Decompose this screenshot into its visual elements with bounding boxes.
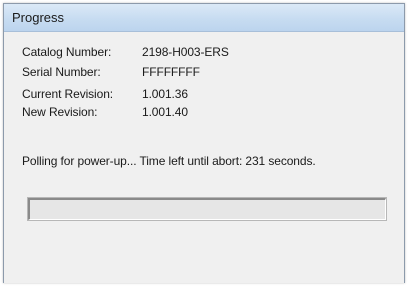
current-revision-row: Current Revision: 1.001.36 xyxy=(22,87,188,101)
new-revision-row: New Revision: 1.001.40 xyxy=(22,105,188,119)
progress-bar xyxy=(27,197,387,221)
catalog-number-value: 2198-H003-ERS xyxy=(142,45,229,59)
dialog-content: Catalog Number: 2198-H003-ERS Serial Num… xyxy=(4,32,404,283)
new-revision-label: New Revision: xyxy=(22,105,98,119)
new-revision-value: 1.001.40 xyxy=(142,105,188,119)
serial-number-row: Serial Number: FFFFFFFF xyxy=(22,65,200,79)
current-revision-label: Current Revision: xyxy=(22,87,114,101)
status-message: Polling for power-up... Time left until … xyxy=(22,154,316,168)
dialog-titlebar[interactable]: Progress xyxy=(4,4,404,32)
catalog-number-label: Catalog Number: xyxy=(22,45,112,59)
dialog-title: Progress xyxy=(12,10,65,25)
serial-number-value: FFFFFFFF xyxy=(142,65,200,79)
current-revision-value: 1.001.36 xyxy=(142,87,188,101)
serial-number-label: Serial Number: xyxy=(22,65,101,79)
progress-dialog: Progress Catalog Number: 2198-H003-ERS S… xyxy=(3,3,405,283)
catalog-number-row: Catalog Number: 2198-H003-ERS xyxy=(22,45,229,59)
